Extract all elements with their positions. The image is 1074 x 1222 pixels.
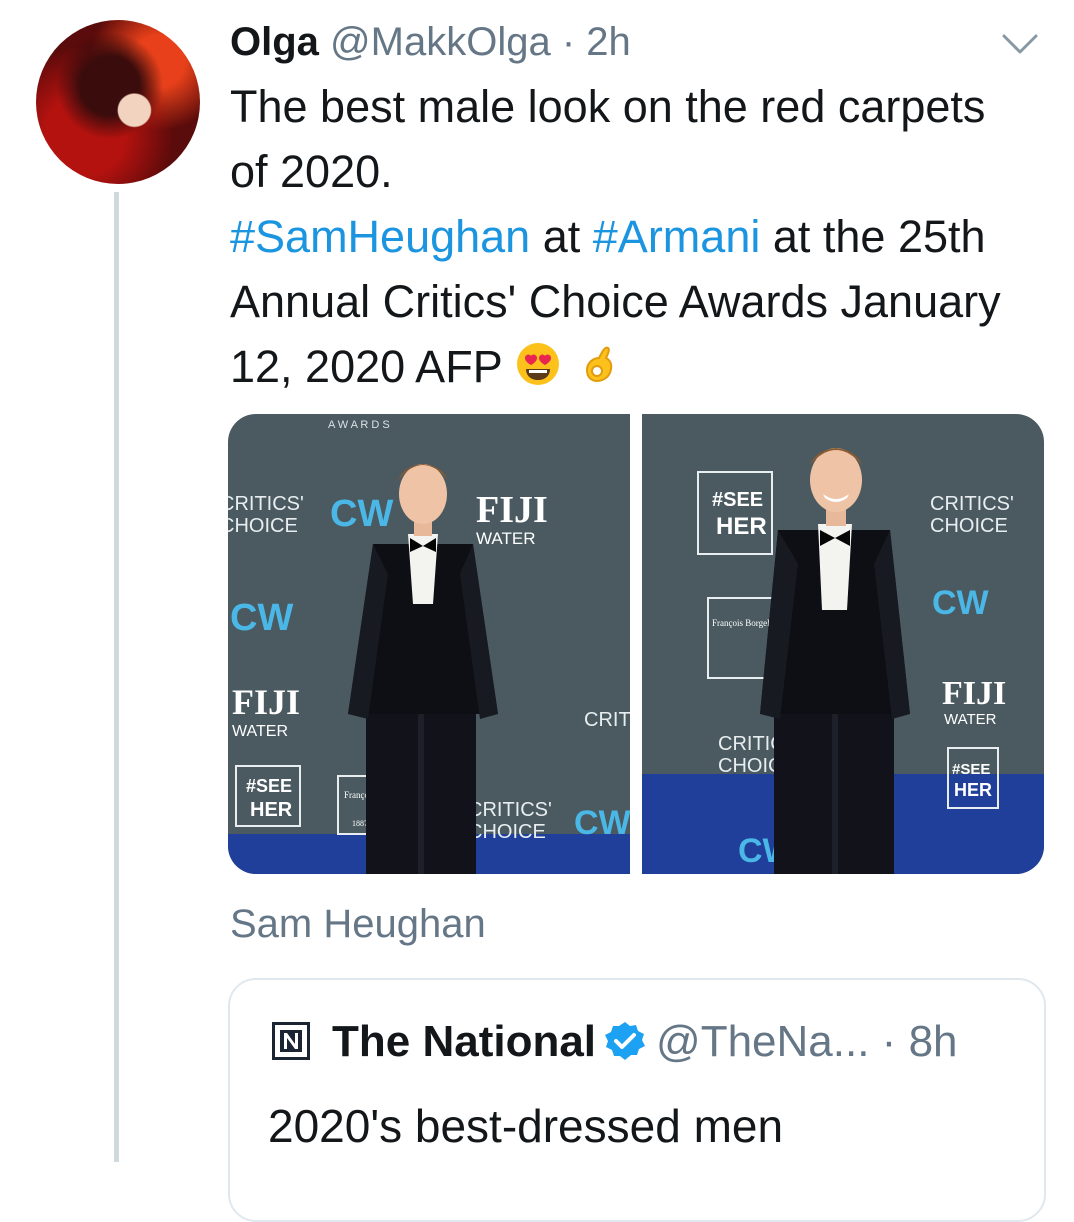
backdrop-critics-r: CRITICS' (930, 493, 1014, 515)
tweet-header: Olga @MakkOlga · 2h (230, 18, 631, 66)
backdrop-fiji: FIJI (476, 489, 548, 531)
thread-line (114, 192, 119, 1162)
backdrop-cw-r: CW (932, 584, 990, 622)
backdrop-cw: CW (330, 493, 393, 535)
quoted-time[interactable]: 8h (909, 1017, 958, 1066)
tweet-text: The best male look on the red carpets of… (230, 74, 1030, 399)
backdrop-choice: CHOICE (228, 515, 298, 537)
backdrop-cw-3: CW (574, 804, 630, 842)
backdrop-her-r2: HER (954, 780, 992, 800)
backdrop-critics-3: CRITICS' (584, 709, 630, 731)
quoted-tweet[interactable]: The National @TheNa... · 8h 2020's best-… (228, 978, 1046, 1222)
backdrop-her: HER (250, 799, 293, 821)
backdrop-water-2: WATER (232, 723, 288, 740)
backdrop-borgel-r: François Borgel (712, 618, 770, 628)
backdrop-see-r2: #SEE (952, 761, 990, 778)
quoted-tweet-text: 2020's best-dressed men (268, 1100, 784, 1152)
avatar[interactable] (36, 20, 200, 184)
backdrop-see-r: #SEE (712, 489, 763, 511)
backdrop-her-r: HER (716, 513, 767, 540)
quoted-tweet-header: The National @TheNa... · 8h (272, 1016, 958, 1068)
backdrop-critics-2: CRITICS' (468, 799, 552, 821)
quoted-account-handle[interactable]: @TheNa... (656, 1017, 869, 1066)
hashtag-armani[interactable]: #Armani (593, 211, 761, 262)
tweet-text-at: at (542, 211, 581, 262)
tweet-media[interactable]: A W A R D S CRITICS' CHOICE CW FIJI WATE… (228, 414, 1044, 874)
tweet-time[interactable]: 2h (586, 20, 631, 64)
backdrop-see: #SEE (246, 776, 292, 796)
the-national-logo-icon[interactable] (272, 1022, 310, 1060)
heart-eyes-emoji (517, 343, 560, 385)
backdrop-water-r: WATER (944, 711, 997, 728)
author-name[interactable]: Olga (230, 20, 319, 64)
backdrop-choice-2: CHOICE (468, 821, 546, 843)
chevron-down-icon[interactable] (1000, 30, 1040, 58)
backdrop-water: WATER (476, 529, 536, 548)
backdrop-choice-r: CHOICE (930, 515, 1008, 537)
backdrop-awards: A W A R D S (328, 419, 390, 431)
quoted-separator: · (881, 1017, 897, 1066)
backdrop-critics: CRITICS' (228, 493, 304, 515)
backdrop-cw-2: CW (230, 597, 293, 639)
backdrop-fiji-r: FIJI (942, 675, 1006, 712)
ok-hand-emoji (585, 346, 613, 383)
quoted-account-name[interactable]: The National (332, 1017, 596, 1066)
backdrop-fiji-2: FIJI (232, 682, 300, 722)
media-caption[interactable]: Sam Heughan (230, 900, 486, 948)
verified-badge-icon (605, 1022, 646, 1060)
tweet-text-line1: The best male look on the red carpets of… (230, 81, 986, 197)
header-separator: · (561, 20, 576, 64)
author-handle[interactable]: @MakkOlga (330, 20, 551, 64)
photo-left[interactable]: A W A R D S CRITICS' CHOICE CW FIJI WATE… (228, 414, 630, 874)
hashtag-samheughan[interactable]: #SamHeughan (230, 211, 530, 262)
photo-right[interactable]: #SEE HER CRITICS' CHOICE CW FIJI WATER #… (642, 414, 1044, 874)
